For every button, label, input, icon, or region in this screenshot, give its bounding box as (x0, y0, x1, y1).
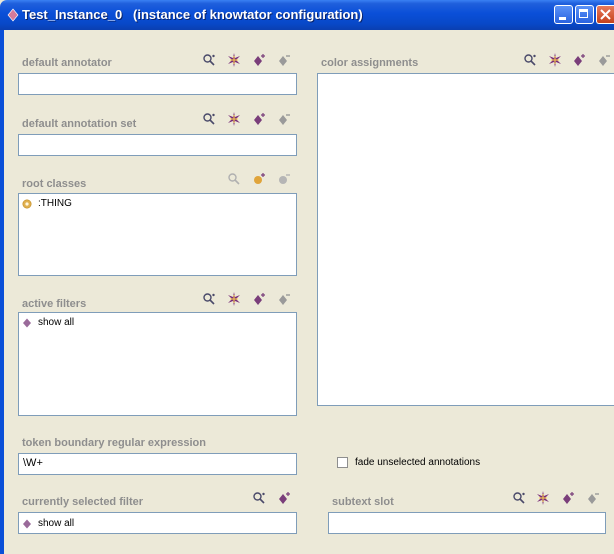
active-filters-label: active filters (22, 298, 87, 310)
find-selected-filter-icon[interactable] (252, 491, 266, 505)
find-filter-icon[interactable] (202, 292, 216, 306)
remove-filter-icon[interactable] (277, 292, 291, 306)
create-annotation-set-icon[interactable] (227, 112, 241, 126)
currently-selected-filter-label: currently selected filter (22, 496, 144, 508)
currently-selected-filter-field[interactable]: show all (18, 512, 297, 534)
add-selected-filter-icon[interactable] (277, 491, 291, 505)
remove-slot-icon[interactable] (586, 491, 600, 505)
token-boundary-field[interactable]: \W+ (18, 453, 297, 475)
add-annotator-icon[interactable] (252, 53, 266, 67)
find-annotator-icon[interactable] (202, 53, 216, 67)
class-icon (22, 199, 32, 208)
active-filters-list[interactable]: show all (18, 312, 297, 416)
add-filter-icon[interactable] (252, 292, 266, 306)
remove-annotation-set-icon[interactable] (277, 112, 291, 126)
fade-label: fade unselected annotations (355, 457, 481, 468)
list-item[interactable]: :THING (22, 198, 72, 209)
subtext-slot-label: subtext slot (332, 496, 394, 508)
window-title: Test_Instance_0 (instance of knowtator c… (22, 7, 363, 22)
create-annotator-icon[interactable] (227, 53, 241, 67)
default-annotation-set-label: default annotation set (22, 118, 137, 130)
list-item: show all (22, 518, 74, 529)
maximize-icon (579, 9, 588, 18)
minimize-icon (559, 17, 566, 20)
remove-annotator-icon[interactable] (277, 53, 291, 67)
remove-color-icon[interactable] (597, 53, 611, 67)
default-annotation-set-field[interactable] (18, 134, 297, 156)
root-classes-list[interactable]: :THING (18, 193, 297, 276)
create-color-icon[interactable] (548, 53, 562, 67)
close-icon (600, 9, 611, 20)
default-annotator-label: default annotator (22, 57, 112, 69)
find-slot-icon[interactable] (512, 491, 526, 505)
add-color-icon[interactable] (572, 53, 586, 67)
remove-class-icon (278, 174, 291, 185)
find-color-icon[interactable] (523, 53, 537, 67)
instance-diamond-icon (7, 8, 19, 22)
create-slot-icon[interactable] (536, 491, 550, 505)
maximize-button[interactable] (575, 5, 594, 24)
color-assignments-list[interactable] (317, 73, 614, 406)
fade-checkbox[interactable] (337, 457, 348, 468)
selected-filter-name: show all (38, 518, 75, 529)
token-boundary-label: token boundary regular expression (22, 437, 206, 449)
add-class-icon[interactable] (252, 172, 266, 186)
subtext-slot-field[interactable] (328, 512, 606, 534)
find-annotation-set-icon[interactable] (202, 112, 216, 126)
root-class-name: :THING (38, 198, 72, 209)
filter-name: show all (38, 317, 75, 328)
add-annotation-set-icon[interactable] (252, 112, 266, 126)
minimize-button[interactable] (554, 5, 573, 24)
instance-icon (23, 318, 31, 327)
default-annotator-field[interactable] (18, 73, 297, 95)
color-assignments-label: color assignments (321, 57, 419, 69)
list-item[interactable]: show all (22, 317, 74, 328)
instance-icon (23, 519, 31, 528)
title-bar[interactable]: Test_Instance_0 (instance of knowtator c… (0, 0, 614, 30)
root-classes-label: root classes (22, 178, 87, 190)
create-filter-icon[interactable] (227, 292, 241, 306)
close-button[interactable] (596, 5, 614, 24)
add-slot-icon[interactable] (561, 491, 575, 505)
find-class-icon (228, 173, 240, 185)
